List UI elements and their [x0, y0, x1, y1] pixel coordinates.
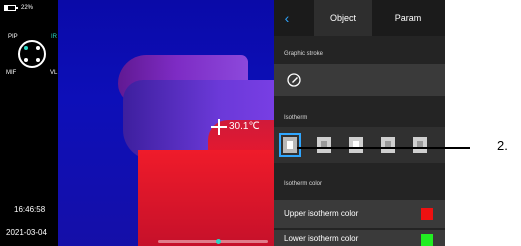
battery-percent: 22% — [21, 5, 34, 11]
upper-isotherm-color-row[interactable]: Upper isotherm color — [274, 200, 445, 228]
clock-time: 16:46:58 — [14, 205, 46, 214]
isotherm-option-3[interactable] — [349, 137, 363, 153]
callout-label: 2. — [497, 138, 508, 153]
settings-panel: ‹ Object Param Graphic stroke Isotherm I… — [274, 0, 445, 246]
upper-isotherm-swatch[interactable] — [421, 208, 433, 220]
status-column: 22% PIP IR MIF VL 16:46:58 2021-03-04 — [0, 0, 58, 246]
isotherm-option-5[interactable] — [413, 137, 427, 153]
spot-temperature: 30.1℃ — [229, 121, 260, 132]
section-graphic-stroke: Graphic stroke — [284, 51, 324, 57]
isotherm-option-2[interactable] — [317, 137, 331, 153]
upper-isotherm-color-label: Upper isotherm color — [284, 209, 359, 218]
tab-param[interactable]: Param — [378, 0, 438, 36]
callout-line — [297, 147, 470, 149]
mode-pip-label[interactable]: PIP — [8, 34, 18, 40]
lower-isotherm-swatch[interactable] — [421, 234, 433, 246]
isotherm-option-4[interactable] — [381, 137, 395, 153]
isotherm-options-row — [274, 127, 445, 163]
tab-object[interactable]: Object — [314, 0, 372, 36]
thermal-region — [138, 150, 274, 246]
tab-bar: ‹ Object Param — [274, 0, 445, 36]
image-scroll-bar[interactable] — [158, 239, 268, 244]
section-isotherm: Isotherm — [284, 115, 308, 121]
device-screen: 22% PIP IR MIF VL 16:46:58 2021-03-04 30… — [0, 0, 445, 246]
lower-isotherm-color-row[interactable]: Lower isotherm color — [274, 230, 445, 246]
mode-ir-label[interactable]: IR — [51, 34, 57, 40]
section-isotherm-color: Isotherm color — [284, 181, 323, 187]
battery-indicator: 22% — [4, 5, 33, 11]
clock-date: 2021-03-04 — [6, 228, 47, 237]
scroll-knob[interactable] — [216, 239, 221, 244]
mode-vl-label[interactable]: VL — [50, 70, 57, 76]
mode-mif-label[interactable]: MIF — [6, 70, 16, 76]
mode-dial-icon[interactable] — [18, 40, 46, 68]
battery-icon — [4, 5, 18, 11]
chevron-left-icon[interactable]: ‹ — [280, 10, 294, 26]
lower-isotherm-color-label: Lower isotherm color — [284, 234, 359, 243]
pen-icon[interactable] — [286, 72, 302, 88]
isotherm-selection-frame — [279, 133, 301, 157]
crosshair-icon — [211, 119, 227, 135]
graphic-stroke-row[interactable] — [274, 64, 445, 96]
